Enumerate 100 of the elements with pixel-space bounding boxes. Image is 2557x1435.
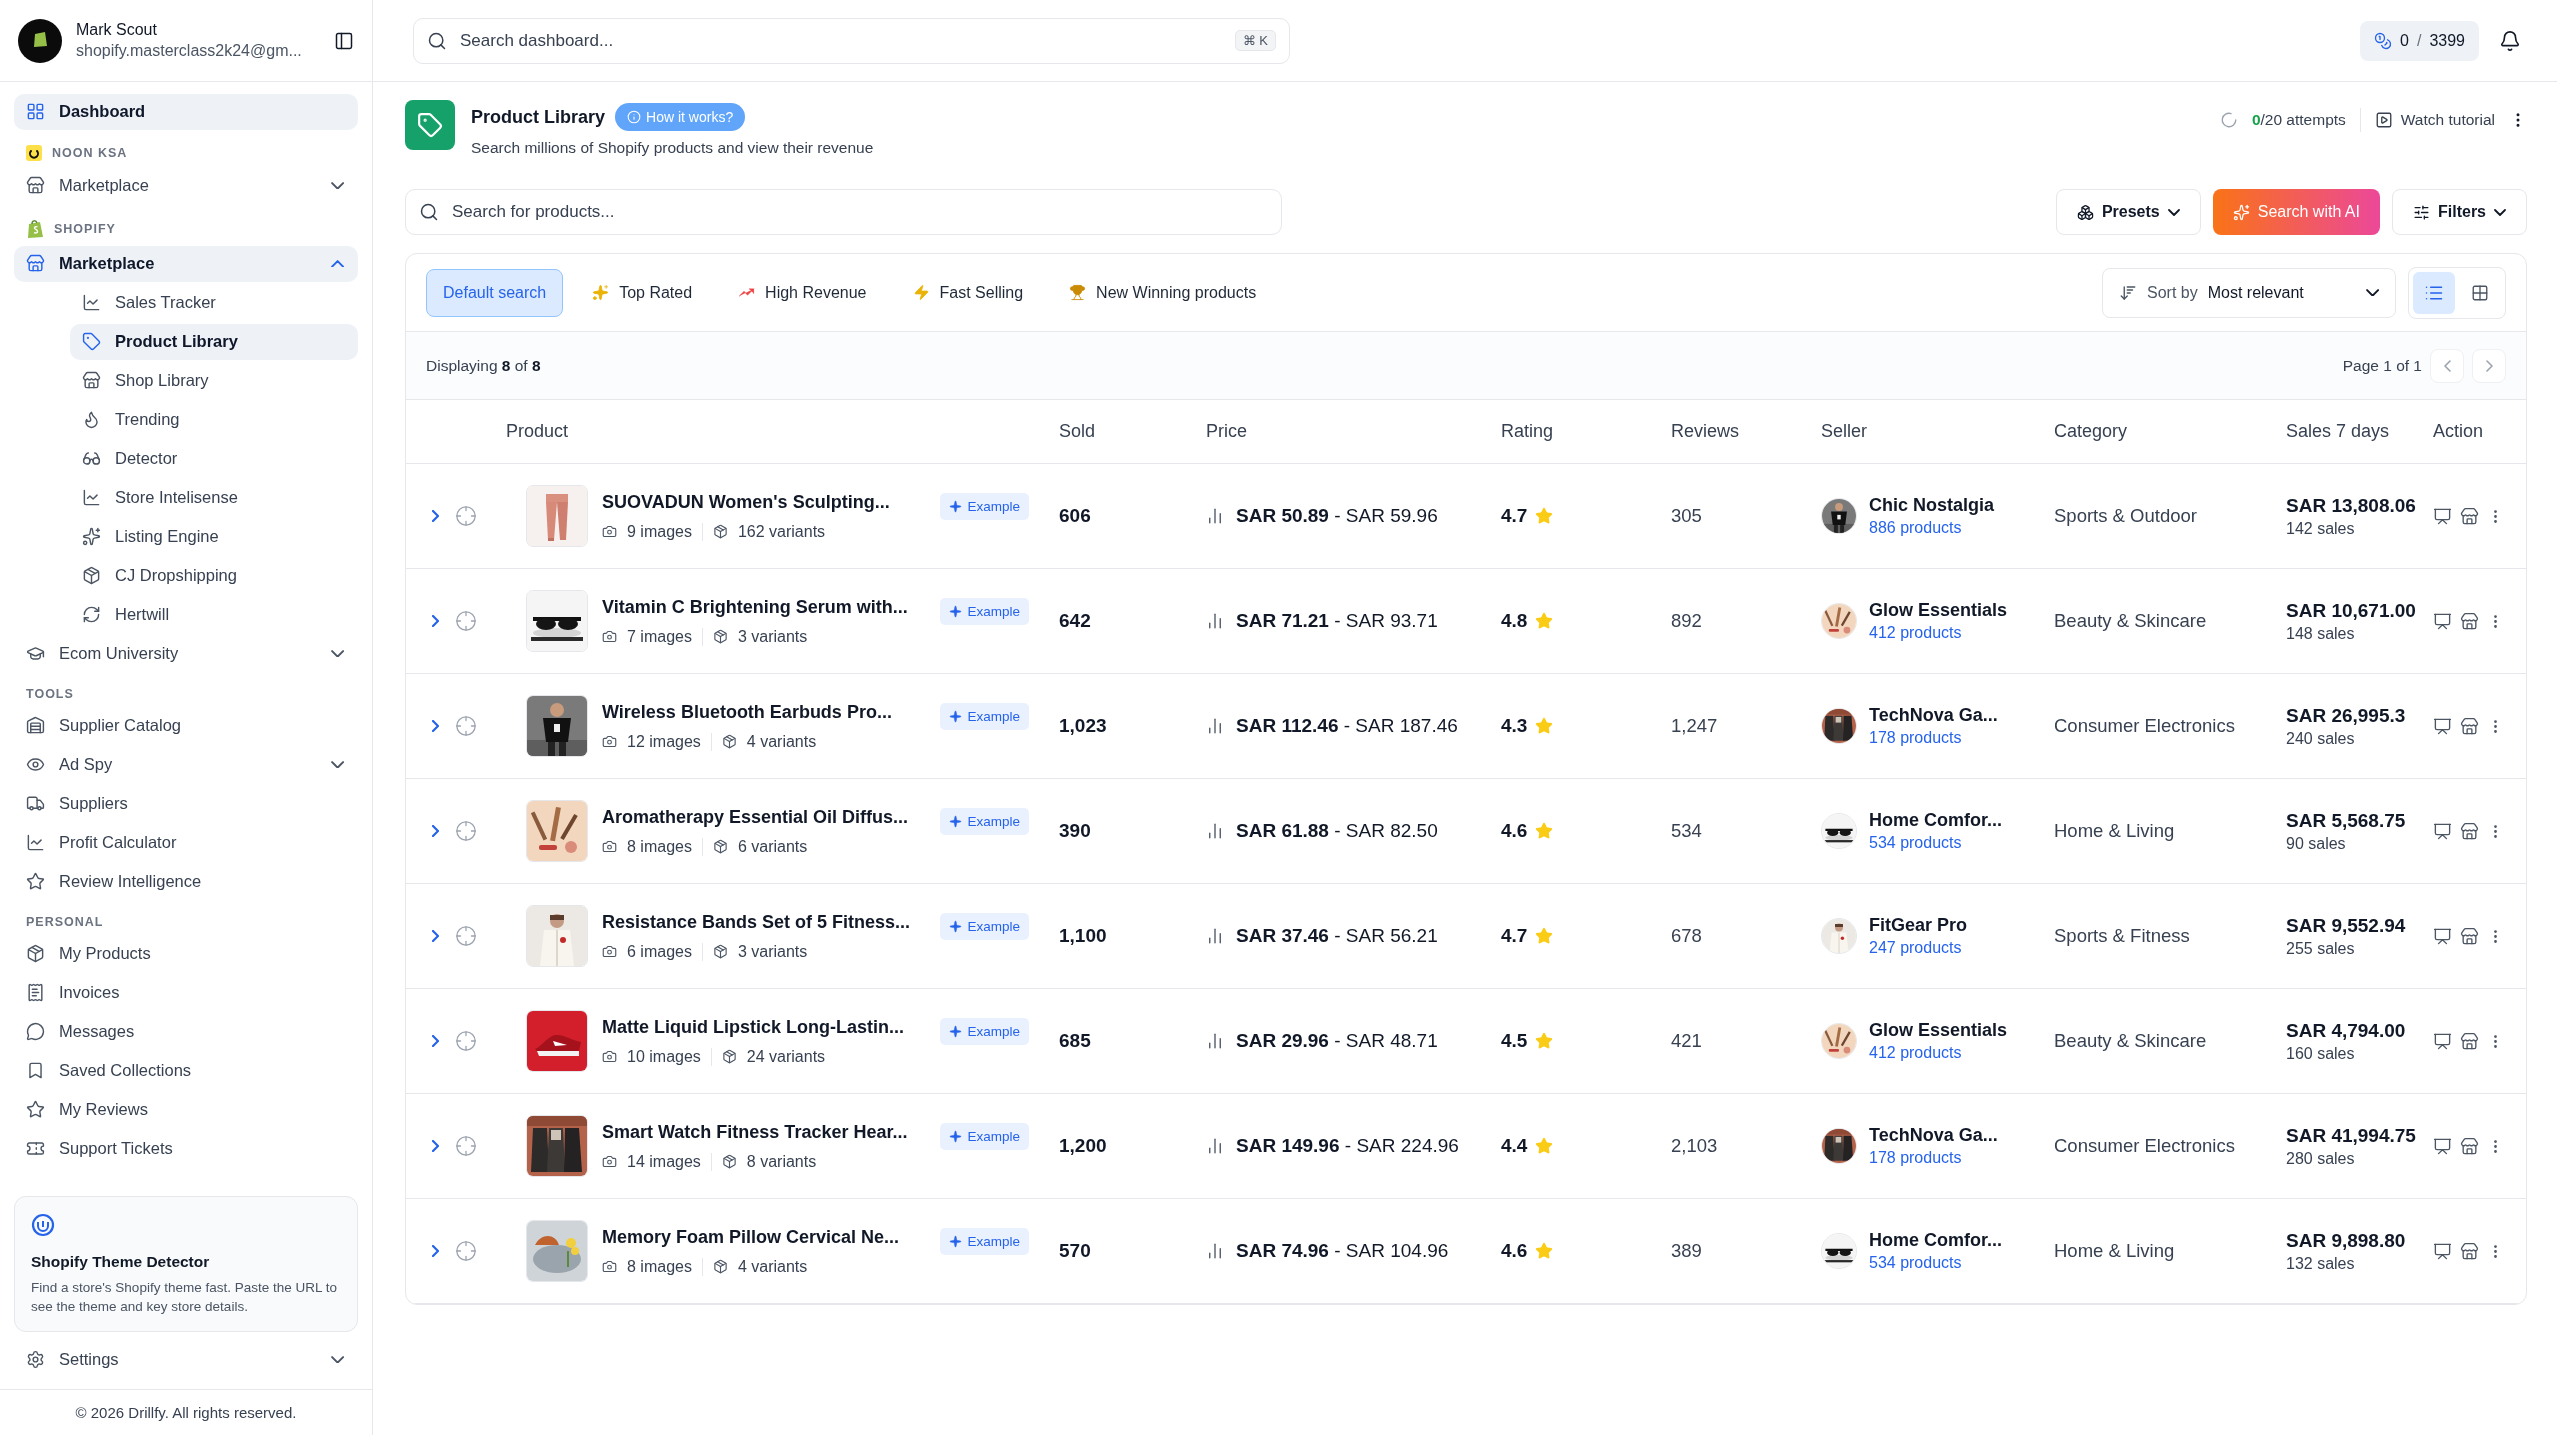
nav-item[interactable]: Listing Engine <box>70 518 358 555</box>
nav-item[interactable]: Shop Library <box>70 362 358 399</box>
store-icon[interactable] <box>2460 506 2479 526</box>
rating-value: 4.7 <box>1501 925 1528 947</box>
nav-item[interactable]: Profit Calculator <box>14 824 358 861</box>
nav-item[interactable]: My Reviews <box>14 1091 358 1128</box>
expand-button[interactable] <box>432 510 439 522</box>
nav-item[interactable]: Dashboard <box>14 93 358 130</box>
presentation-icon[interactable] <box>2433 1136 2452 1156</box>
variant-count: 3 variants <box>737 627 808 646</box>
nav-item[interactable]: My Products <box>14 935 358 972</box>
watch-tutorial-button[interactable]: Watch tutorial <box>2374 111 2495 129</box>
nav-item[interactable]: Settings <box>14 1341 358 1378</box>
filter-tab[interactable]: Fast Selling <box>895 268 1041 317</box>
nav-item[interactable]: Marketplace <box>14 167 358 204</box>
nav-item[interactable]: Marketplace <box>14 245 358 282</box>
store-icon[interactable] <box>2460 1031 2479 1051</box>
filters-button[interactable]: Filters <box>2392 189 2527 235</box>
presentation-icon[interactable] <box>2433 821 2452 841</box>
nav-item[interactable]: CJ Dropshipping <box>70 557 358 594</box>
page-title: Product Library <box>471 106 606 128</box>
column-header: Sold <box>1059 421 1097 442</box>
sidebar-toggle-icon[interactable] <box>334 30 354 51</box>
sales-count: 255 sales <box>2286 939 2356 958</box>
seller-products-link[interactable]: 534 products <box>1869 1254 2002 1272</box>
copyright-text: © 2026 Drillfy. All rights reserved. <box>75 1404 297 1421</box>
nav-item[interactable]: Invoices <box>14 974 358 1011</box>
nav-item[interactable]: Saved Collections <box>14 1052 358 1089</box>
seller-products-link[interactable]: 534 products <box>1869 834 2002 852</box>
variant-count: 24 variants <box>746 1047 826 1066</box>
nav-item[interactable]: Trending <box>70 401 358 438</box>
expand-button[interactable] <box>432 720 439 732</box>
store-icon[interactable] <box>2460 1136 2479 1156</box>
store-icon[interactable] <box>2460 821 2479 841</box>
nav-item[interactable]: Support Tickets <box>14 1130 358 1167</box>
image-count: 7 images <box>627 627 692 646</box>
nav-item[interactable]: Hertwill <box>70 596 358 633</box>
sort-dropdown[interactable]: Sort by Most relevant <box>2102 267 2396 318</box>
camera-icon <box>602 1154 617 1169</box>
nav-item[interactable]: Sales Tracker <box>70 284 358 321</box>
package-icon <box>712 1259 728 1274</box>
store-icon[interactable] <box>2460 611 2479 631</box>
camera-icon <box>602 1049 617 1064</box>
chart-icon <box>82 488 101 507</box>
nav-item[interactable]: Ecom University <box>14 635 358 672</box>
filter-tab[interactable]: Default search <box>426 268 564 317</box>
presentation-icon[interactable] <box>2433 506 2452 526</box>
presentation-icon[interactable] <box>2433 716 2452 736</box>
expand-button[interactable] <box>432 1140 439 1152</box>
presentation-icon[interactable] <box>2433 611 2452 631</box>
store-icon[interactable] <box>2460 716 2479 736</box>
price-range: SAR 29.96 - SAR 48.71 <box>1236 1030 1438 1052</box>
nav-item[interactable]: Product Library <box>70 323 358 360</box>
expand-button[interactable] <box>432 615 439 627</box>
bar-chart-icon <box>1206 612 1224 630</box>
seller-products-link[interactable]: 178 products <box>1869 729 1998 747</box>
seller-products-link[interactable]: 412 products <box>1869 1044 2008 1062</box>
notification-bell-icon[interactable] <box>2499 29 2521 52</box>
rating-value: 4.3 <box>1501 715 1528 737</box>
variant-count: 6 variants <box>737 837 808 856</box>
expand-button[interactable] <box>432 1035 439 1047</box>
nav-item[interactable]: Review Intelligence <box>14 863 358 900</box>
seller-products-link[interactable]: 886 products <box>1869 519 1995 537</box>
expand-button[interactable] <box>432 1245 439 1257</box>
filter-tab[interactable]: Top Rated <box>575 268 710 317</box>
store-icon <box>26 254 45 273</box>
presentation-icon[interactable] <box>2433 926 2452 946</box>
store-icon[interactable] <box>2460 926 2479 946</box>
nav-item[interactable]: Supplier Catalog <box>14 707 358 744</box>
product-title: Matte Liquid Lipstick Long-Lastin... <box>602 1016 905 1038</box>
nav-item[interactable]: Ad Spy <box>14 746 358 783</box>
list-view-button[interactable] <box>2413 271 2455 314</box>
sparkle-icon <box>949 815 963 828</box>
nav-item[interactable]: Detector <box>70 440 358 477</box>
nav-item[interactable]: Messages <box>14 1013 358 1050</box>
star-icon <box>1535 1137 1554 1155</box>
seller-products-link[interactable]: 412 products <box>1869 624 2008 642</box>
seller-products-link[interactable]: 178 products <box>1869 1149 1998 1167</box>
product-search-field[interactable]: Search for products... <box>405 189 1282 235</box>
expand-button[interactable] <box>432 930 439 942</box>
column-header: Price <box>1206 421 1248 442</box>
seller-products-link[interactable]: 247 products <box>1869 939 1968 957</box>
price-range: SAR 149.96 - SAR 224.96 <box>1236 1135 1459 1157</box>
star-icon <box>1535 1032 1554 1050</box>
store-icon[interactable] <box>2460 1241 2479 1261</box>
sparkle-icon <box>949 500 963 513</box>
sort-icon <box>2119 283 2137 302</box>
nav-item[interactable]: Store Intelisense <box>70 479 358 516</box>
image-count: 12 images <box>627 732 701 751</box>
expand-button[interactable] <box>432 825 439 837</box>
camera-icon <box>602 629 617 644</box>
presentation-icon[interactable] <box>2433 1241 2452 1261</box>
crosshair-icon <box>455 925 477 947</box>
variant-count: 3 variants <box>737 942 808 961</box>
presets-button[interactable]: Presets <box>2055 189 2201 235</box>
filter-tab[interactable]: New Winning products <box>1052 268 1274 317</box>
nav-item[interactable]: Suppliers <box>14 785 358 822</box>
presentation-icon[interactable] <box>2433 1031 2452 1051</box>
filter-tab[interactable]: High Revenue <box>721 268 884 317</box>
credits-counter[interactable]: 0 / 3399 <box>2360 20 2479 61</box>
